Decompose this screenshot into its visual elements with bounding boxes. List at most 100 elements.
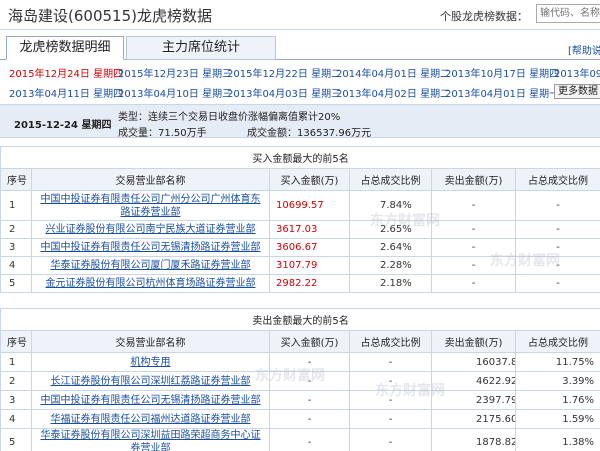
broker-link[interactable]: 金元证券股份有限公司杭州体育场路证券营业部 [31, 274, 270, 293]
tab-detail[interactable]: 龙虎榜数据明细 [6, 36, 124, 60]
broker-link[interactable]: 华泰证券股份有限公司厦门厦禾路证券营业部 [31, 256, 270, 275]
buy-table-header: 序号 交易营业部名称 买入金额(万) 占总成交比例 卖出金额(万) 占总成交比例 [0, 168, 600, 191]
buy-ratio: - [349, 371, 432, 391]
header-cell: 买入金额(万) [269, 330, 350, 353]
table-row: 2 长江证券股份有限公司深圳红荔路证券营业部 - - 4622.92 3.39% [0, 371, 600, 391]
row-number: 4 [0, 256, 32, 275]
date-link[interactable]: 2013年04月03日 星期三 [227, 85, 341, 100]
sell-ratio: - [514, 238, 600, 257]
row-number: 1 [0, 190, 32, 221]
header-cell: 交易营业部名称 [31, 330, 270, 353]
header-cell: 序号 [0, 168, 32, 191]
sell-ratio: 1.76% [514, 390, 600, 410]
date-link[interactable]: 2013年04月10日 星期三 [118, 85, 232, 100]
header-cell: 买入金额(万) [269, 168, 350, 191]
header-cell: 占总成交比例 [349, 330, 432, 353]
buy-amount: - [269, 428, 350, 451]
table-row: 4 华福证券有限责任公司福州达道路证券营业部 - - 2175.60 1.59% [0, 409, 600, 429]
broker-link[interactable]: 华福证券有限责任公司福州达道路证券营业部 [31, 409, 270, 429]
sell-ratio: - [514, 256, 600, 275]
date-link[interactable]: 2013年10月17日 星期四 [445, 65, 559, 80]
sell-amount: 2397.79 [431, 390, 516, 410]
date-link[interactable]: 2015年12月23日 星期三 [118, 65, 232, 80]
sell-amount: - [431, 274, 516, 293]
header-cell: 交易营业部名称 [31, 168, 270, 191]
header-cell: 占总成交比例 [514, 168, 600, 191]
help-link[interactable]: [帮助说 [568, 42, 600, 57]
row-number: 2 [0, 371, 32, 391]
table-row: 1 机构专用 - - 16037.81 11.75% [0, 352, 600, 372]
sell-ratio: 11.75% [514, 352, 600, 372]
date-list-row-2: 2013年04月11日 星期四 2013年04月10日 星期三 2013年04月… [0, 82, 600, 102]
sell-section-title: 卖出金额最大的前5名 [0, 308, 600, 331]
broker-link[interactable]: 中国中投证券有限责任公司无锡清扬路证券营业部 [31, 238, 270, 257]
buy-ratio: - [349, 428, 432, 451]
row-number: 5 [0, 428, 32, 451]
buy-amount: 10699.57 [269, 190, 350, 221]
buy-ratio: 2.65% [349, 220, 432, 239]
row-number: 3 [0, 238, 32, 257]
sell-amount: - [431, 220, 516, 239]
sell-ratio: - [514, 220, 600, 239]
buy-ratio: 2.18% [349, 274, 432, 293]
sell-amount: 16037.81 [431, 352, 516, 372]
buy-ratio: - [349, 352, 432, 372]
broker-link[interactable]: 中国中投证券有限责任公司无锡清扬路证券营业部 [31, 390, 270, 410]
table-row: 3 中国中投证券有限责任公司无锡清扬路证券营业部 - - 2397.79 1.7… [0, 390, 600, 410]
buy-amount: - [269, 352, 350, 372]
buy-ratio: 2.64% [349, 238, 432, 257]
sell-top5-table: 卖出金额最大的前5名 序号 交易营业部名称 买入金额(万) 占总成交比例 卖出金… [0, 308, 600, 451]
stock-search-input[interactable] [536, 4, 600, 23]
broker-link[interactable]: 兴业证券股份有限公司南宁民族大道证券营业部 [31, 220, 270, 239]
header-cell: 占总成交比例 [349, 168, 432, 191]
tab-seat-stats[interactable]: 主力席位统计 [126, 36, 276, 60]
broker-link[interactable]: 中国中投证券有限责任公司广州分公司广州体育东路证券营业部 [31, 190, 270, 221]
header-cell: 占总成交比例 [514, 330, 600, 353]
row-number: 4 [0, 409, 32, 429]
buy-amount: 3617.03 [269, 220, 350, 239]
broker-link[interactable]: 机构专用 [31, 352, 270, 372]
trade-volume: 成交量：71.50万手 [118, 128, 207, 139]
sell-ratio: 1.38% [514, 428, 600, 451]
sell-amount: - [431, 190, 516, 221]
table-row: 1 中国中投证券有限责任公司广州分公司广州体育东路证券营业部 10699.57 … [0, 190, 600, 221]
page-header: 海岛建设(600515)龙虎榜数据 个股龙虎榜数据： [0, 0, 600, 30]
more-data-button[interactable]: 更多数据 [554, 84, 600, 99]
sell-ratio: 3.39% [514, 371, 600, 391]
header-cell: 序号 [0, 330, 32, 353]
sell-table-header: 序号 交易营业部名称 买入金额(万) 占总成交比例 卖出金额(万) 占总成交比例 [0, 330, 600, 353]
broker-link[interactable]: 华泰证券股份有限公司深圳益田路荣超商务中心证券营业部 [31, 428, 270, 451]
sell-ratio: - [514, 190, 600, 221]
broker-link[interactable]: 长江证券股份有限公司深圳红荔路证券营业部 [31, 371, 270, 391]
date-list-row-1: 2015年12月24日 星期四 2015年12月23日 星期三 2015年12月… [0, 62, 600, 82]
sell-amount: 4622.92 [431, 371, 516, 391]
buy-ratio: 7.84% [349, 190, 432, 221]
sell-amount: - [431, 238, 516, 257]
date-link[interactable]: 2014年04月01日 星期二 [336, 65, 450, 80]
table-row: 4 华泰证券股份有限公司厦门厦禾路证券营业部 3107.79 2.28% - - [0, 256, 600, 275]
buy-amount: - [269, 409, 350, 429]
date-link[interactable]: 2013年04月11日 星期四 [9, 85, 123, 100]
date-link[interactable]: 2013年04月01日 星期一 [445, 85, 559, 100]
date-link[interactable]: 2015年12月22日 星期二 [227, 65, 341, 80]
date-link[interactable]: 2013年09月 [554, 65, 600, 80]
row-number: 1 [0, 352, 32, 372]
trade-amount: 成交金额：136537.96万元 [247, 128, 372, 139]
buy-ratio: - [349, 409, 432, 429]
trade-date: 2015-12-24 星期四 [14, 120, 112, 131]
sell-ratio: 1.59% [514, 409, 600, 429]
table-row: 2 兴业证券股份有限公司南宁民族大道证券营业部 3617.03 2.65% - … [0, 220, 600, 239]
sell-amount: 1878.82 [431, 428, 516, 451]
buy-amount: 3107.79 [269, 256, 350, 275]
header-cell: 卖出金额(万) [431, 168, 516, 191]
row-number: 2 [0, 220, 32, 239]
buy-amount: 3606.67 [269, 238, 350, 257]
date-link[interactable]: 2013年04月02日 星期二 [336, 85, 450, 100]
buy-amount: 2982.22 [269, 274, 350, 293]
trade-type: 类型：连续三个交易日收盘价涨幅偏离值累计20% [118, 112, 341, 123]
date-link-selected[interactable]: 2015年12月24日 星期四 [9, 65, 123, 80]
sell-ratio: - [514, 274, 600, 293]
sell-amount: - [431, 256, 516, 275]
buy-amount: - [269, 371, 350, 391]
buy-top5-table: 买入金额最大的前5名 序号 交易营业部名称 买入金额(万) 占总成交比例 卖出金… [0, 146, 600, 293]
